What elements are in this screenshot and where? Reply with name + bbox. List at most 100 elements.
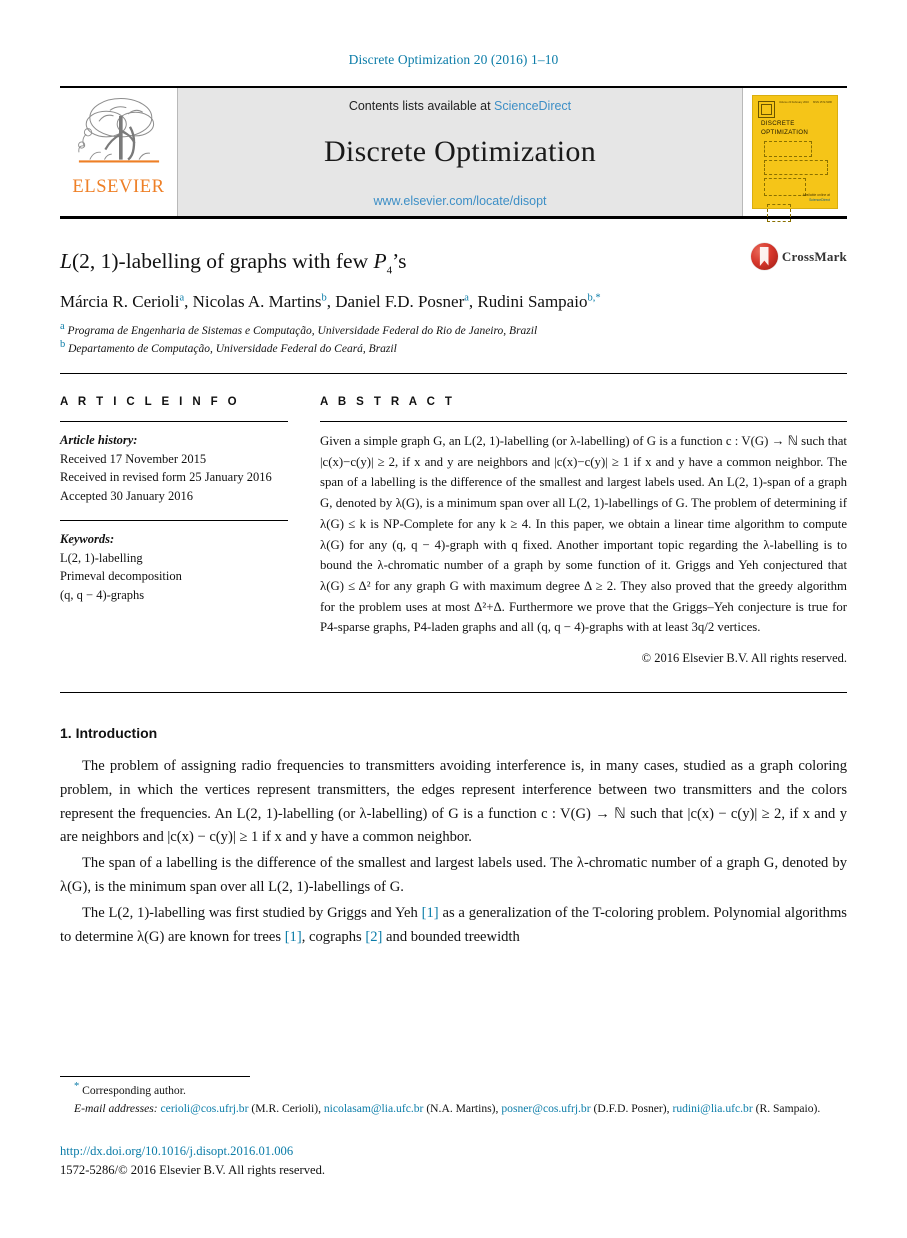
abstract-heading: A B S T R A C T — [320, 395, 456, 408]
abstract-body-divider — [60, 692, 847, 694]
email-link-1[interactable]: cerioli@cos.ufrj.br — [161, 1102, 249, 1115]
p3-part-3: , cographs — [301, 928, 366, 945]
cover-journal-name: DISCRETE OPTIMIZATION — [761, 120, 808, 138]
email-owner-4: (R. Sampaio) — [755, 1101, 818, 1115]
corresponding-author-text: Corresponding author. — [82, 1083, 186, 1097]
affiliation-a-mark: a — [60, 321, 65, 333]
cover-footer: Available online at ScienceDirect — [803, 193, 830, 203]
history-accepted: Accepted 30 January 2016 — [60, 489, 193, 504]
cover-elsevier-mark-icon — [758, 101, 775, 118]
crossmark-label: CrossMark — [781, 248, 847, 264]
article-info-separator — [60, 519, 288, 521]
author-2: Nicolas A. Martinsb — [192, 292, 327, 312]
abstract-column: A B S T R A C T Given a simple graph G, … — [320, 396, 847, 666]
crossmark-badge[interactable]: CrossMark — [750, 243, 847, 270]
author-list: Márcia R. Ceriolia, Nicolas A. Martinsb,… — [60, 292, 601, 312]
journal-masthead: ELSEVIER Contents lists available at Sci… — [60, 86, 847, 222]
affiliation-b-mark: b — [60, 339, 66, 351]
author-4: Rudini Sampaiob,* — [477, 292, 601, 312]
keywords-label: Keywords: — [60, 531, 115, 546]
citation-1-repeat[interactable]: [1] — [285, 929, 302, 945]
journal-title: Discrete Optimization — [323, 135, 597, 168]
email-sep-3: , — [666, 1101, 670, 1115]
affiliation-a: a Programa de Engenharia de Sistemas e C… — [60, 321, 737, 341]
p3-part-4: and bounded treewidth — [382, 928, 520, 945]
email-sep-4: . — [817, 1101, 821, 1115]
corresponding-author-note: * Corresponding author. — [60, 1080, 847, 1097]
email-link-2[interactable]: nicolasam@lia.ufc.br — [324, 1102, 424, 1115]
history-revised: Received in revised form 25 January 2016 — [60, 470, 272, 485]
affiliation-b-text: Departamento de Computação, Universidade… — [68, 343, 397, 356]
cover-title-line-1: DISCRETE — [761, 120, 795, 127]
affiliation-list: a Programa de Engenharia de Sistemas e C… — [60, 321, 737, 359]
keyword-2: Primeval decomposition — [60, 569, 182, 584]
citation-2[interactable]: [2] — [365, 929, 382, 945]
doi-block: http://dx.doi.org/10.1016/j.disopt.2016.… — [60, 1142, 847, 1180]
citation-1[interactable]: [1] — [422, 905, 439, 921]
article-info-column: A R T I C L E I N F O Article history: R… — [60, 396, 288, 666]
email-link-3[interactable]: posner@cos.ufrj.br — [501, 1102, 590, 1115]
title-block: CrossMark L(2, 1)-labelling of graphs wi… — [60, 243, 847, 359]
section-heading-introduction: 1. Introduction — [60, 725, 158, 742]
issn-copyright-line: 1572-5286/© 2016 Elsevier B.V. All right… — [60, 1163, 326, 1178]
article-history-label: Article history: — [60, 432, 138, 447]
author-3-mark: a — [464, 292, 469, 304]
cover-title-line-2: OPTIMIZATION — [761, 128, 809, 136]
crossmark-icon — [750, 243, 778, 270]
p3-part-1: The L(2, 1)-labelling was first studied … — [82, 904, 422, 921]
affiliation-b: b Departamento de Computação, Universida… — [60, 339, 737, 359]
footnote-block: * Corresponding author. E-mail addresses… — [60, 1075, 847, 1180]
paper-page: Discrete Optimization 20 (2016) 1–10 ELS… — [0, 0, 907, 1238]
elsevier-tree-icon — [77, 98, 159, 163]
email-sep-2: , — [495, 1101, 499, 1115]
affiliation-a-text: Programa de Engenharia de Sistemas e Com… — [67, 325, 538, 338]
cover-top-row: Volume 20 February 2016 ISSN 1572-5286 — [758, 101, 832, 118]
email-owner-1: (M.R. Cerioli) — [251, 1101, 319, 1115]
contents-prefix: Contents lists available at — [348, 99, 495, 113]
article-info-heading: A R T I C L E I N F O — [60, 395, 241, 408]
journal-cover-thumbnail: Volume 20 February 2016 ISSN 1572-5286 D… — [742, 88, 847, 222]
paper-title-text: L(2, 1)-labelling of graphs with few P4’… — [60, 249, 407, 277]
email-addresses-note: E-mail addresses: cerioli@cos.ufrj.br (M… — [60, 1100, 847, 1117]
email-owner-3: (D.F.D. Posner) — [593, 1101, 667, 1115]
masthead-center: Contents lists available at ScienceDirec… — [178, 88, 742, 216]
masthead-bottom-rule — [60, 216, 847, 219]
cover-image: Volume 20 February 2016 ISSN 1572-5286 D… — [752, 95, 838, 222]
article-history: Article history: Received 17 November 20… — [60, 431, 288, 506]
cover-volume: Volume 20 February 2016 — [779, 101, 809, 104]
author-1: Márcia R. Ceriolia — [60, 292, 185, 312]
intro-paragraph-3: The L(2, 1)-labelling was first studied … — [60, 902, 847, 950]
page-title: L(2, 1)-labelling of graphs with few P4’… — [60, 249, 737, 276]
email-owner-2: (N.A. Martins) — [426, 1101, 496, 1115]
contents-available-line: Contents lists available at ScienceDirec… — [349, 99, 571, 113]
cover-decorative-boxes — [764, 141, 828, 230]
email-link-4[interactable]: rudini@lia.ufc.br — [672, 1102, 752, 1115]
history-received: Received 17 November 2015 — [60, 451, 207, 466]
abstract-rule: Given a simple graph G, an L(2, 1)-label… — [320, 420, 847, 666]
keywords-block: Keywords: L(2, 1)-labelling Primeval dec… — [60, 530, 288, 605]
cover-footer-line-2: ScienceDirect — [809, 197, 830, 202]
author-1-mark: a — [179, 292, 185, 304]
corresponding-author-mark: * — [74, 1080, 80, 1092]
sciencedirect-link[interactable]: ScienceDirect — [494, 99, 571, 113]
email-sep-1: , — [318, 1101, 321, 1115]
title-section-divider — [60, 372, 847, 374]
article-info-rule: Article history: Received 17 November 20… — [60, 420, 288, 605]
elsevier-logo: ELSEVIER — [60, 88, 178, 216]
keyword-1: L(2, 1)-labelling — [60, 550, 143, 565]
info-abstract-row: A R T I C L E I N F O Article history: R… — [60, 396, 847, 666]
journal-homepage-link[interactable]: www.elsevier.com/locate/disopt — [374, 194, 547, 208]
author-4-mark: b,* — [587, 292, 601, 304]
author-3: Daniel F.D. Posnera — [335, 292, 469, 312]
author-2-mark: b — [321, 292, 327, 304]
abstract-copyright: © 2016 Elsevier B.V. All rights reserved… — [641, 651, 847, 666]
keyword-3: (q, q − 4)-graphs — [60, 588, 145, 603]
intro-paragraph-1: The problem of assigning radio frequenci… — [60, 758, 847, 846]
doi-link[interactable]: http://dx.doi.org/10.1016/j.disopt.2016.… — [60, 1142, 847, 1161]
intro-paragraph-2: The span of a labelling is the differenc… — [60, 855, 847, 896]
abstract-text: Given a simple graph G, an L(2, 1)-label… — [320, 433, 847, 635]
elsevier-wordmark: ELSEVIER — [72, 177, 165, 197]
footnote-rule — [60, 1075, 250, 1077]
cover-meta: Volume 20 February 2016 ISSN 1572-5286 — [779, 101, 832, 105]
cover-issn: ISSN 1572-5286 — [812, 101, 832, 104]
